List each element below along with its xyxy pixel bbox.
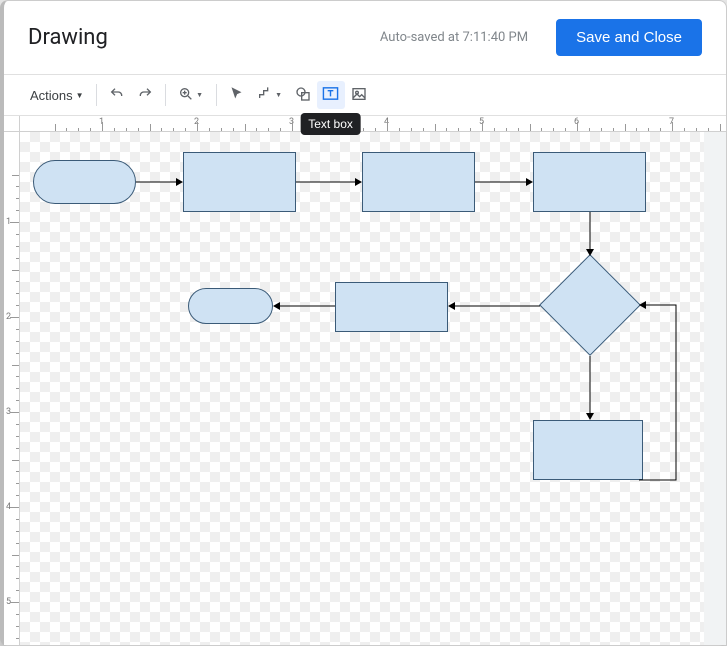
connector-arrow: [136, 178, 183, 186]
flowchart-process-3[interactable]: [533, 152, 646, 212]
undo-icon: [109, 86, 125, 105]
select-tool-button[interactable]: [223, 81, 251, 109]
textbox-icon: [322, 85, 339, 105]
dialog-header: Drawing Auto-saved at 7:11:40 PM Save an…: [4, 1, 726, 75]
drawing-dialog: Drawing Auto-saved at 7:11:40 PM Save an…: [0, 0, 727, 646]
flowchart-process-4[interactable]: [335, 282, 448, 332]
line-tool-button[interactable]: ▼: [251, 81, 289, 109]
connector-arrow: [273, 302, 335, 310]
undo-button[interactable]: [103, 81, 131, 109]
actions-label: Actions: [30, 88, 73, 103]
image-icon: [351, 86, 367, 105]
textbox-tooltip: Text box: [300, 113, 361, 135]
connector-arrow: [586, 212, 594, 256]
connector-elbow: [639, 301, 689, 481]
separator: [165, 84, 166, 106]
autosave-status: Auto-saved at 7:11:40 PM: [380, 30, 528, 45]
flowchart-terminator-start[interactable]: [33, 160, 136, 204]
connector-arrow: [296, 178, 362, 186]
caret-down-icon: ▼: [275, 92, 282, 99]
drawing-canvas[interactable]: [20, 132, 726, 645]
flowchart-decision[interactable]: [539, 254, 641, 356]
flowchart-process-1[interactable]: [183, 152, 296, 212]
actions-menu-button[interactable]: Actions ▼: [24, 84, 90, 107]
canvas-margin: [704, 132, 726, 645]
image-tool-button[interactable]: [345, 81, 373, 109]
line-icon: [257, 86, 273, 105]
toolbar: Actions ▼ ▼: [4, 75, 726, 116]
save-and-close-button[interactable]: Save and Close: [556, 19, 702, 56]
vertical-ruler: 12345: [4, 132, 20, 645]
flowchart-terminator-end[interactable]: [188, 288, 273, 324]
connector-arrow: [586, 356, 594, 420]
redo-button[interactable]: [131, 81, 159, 109]
caret-down-icon: ▼: [196, 92, 203, 99]
connector-arrow: [448, 302, 540, 310]
redo-icon: [137, 86, 153, 105]
flowchart-process-2[interactable]: [362, 152, 475, 212]
dialog-title: Drawing: [28, 25, 108, 50]
caret-down-icon: ▼: [76, 91, 84, 100]
shape-tool-button[interactable]: [289, 81, 317, 109]
canvas-area: 1234567 12345: [4, 116, 726, 645]
zoom-button[interactable]: ▼: [172, 81, 210, 109]
zoom-icon: [178, 86, 194, 105]
ruler-corner: [4, 116, 20, 132]
cursor-icon: [229, 86, 244, 104]
flowchart-process-5[interactable]: [533, 420, 643, 480]
separator: [96, 84, 97, 106]
connector-arrow: [475, 178, 533, 186]
textbox-tool-button[interactable]: Text box: [317, 81, 345, 109]
separator: [216, 84, 217, 106]
shape-icon: [295, 86, 311, 105]
horizontal-ruler: 1234567: [20, 116, 726, 132]
